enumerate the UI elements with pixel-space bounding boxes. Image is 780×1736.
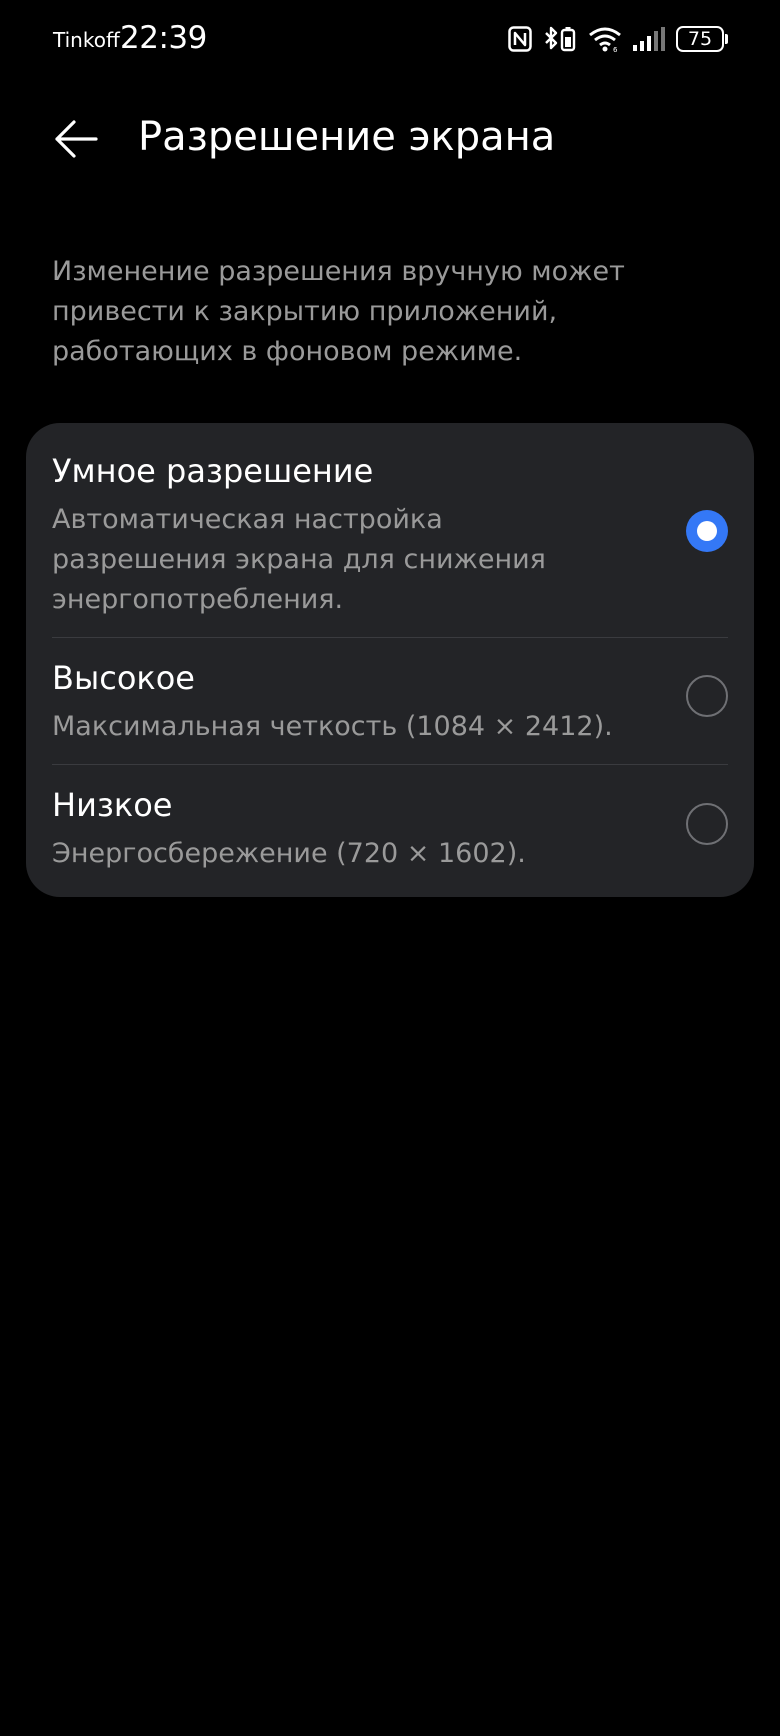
carrier-name: Tinkoff (53, 28, 120, 52)
radio-button-unselected[interactable] (686, 803, 728, 845)
battery-level: 75 (676, 26, 724, 52)
cellular-signal-icon (632, 26, 666, 52)
status-time: 22:39 (120, 20, 207, 56)
radio-button-selected[interactable] (686, 510, 728, 552)
description-text: Изменение разрешения вручную может приве… (52, 256, 625, 367)
option-title: Умное разрешение (52, 452, 374, 490)
option-title: Низкое (52, 786, 173, 824)
resolution-options-card: Умное разрешение Автоматическая настройк… (26, 423, 754, 897)
radio-dot (697, 521, 717, 541)
option-subtitle: Максимальная четкость (1084 × 2412). (52, 711, 613, 742)
back-arrow-icon (52, 119, 100, 163)
app-header: Разрешение экрана (0, 100, 780, 182)
option-subtitle: Энергосбережение (720 × 1602). (52, 838, 526, 869)
back-button[interactable] (48, 116, 104, 166)
wifi-icon: 6 (588, 26, 622, 52)
page-title: Разрешение экрана (138, 114, 556, 160)
option-high-resolution[interactable]: Высокое Максимальная четкость (1084 × 24… (26, 638, 754, 764)
radio-button-unselected[interactable] (686, 675, 728, 717)
status-icons: 6 75 (508, 24, 728, 54)
nfc-icon (508, 26, 532, 52)
battery-icon: 75 (676, 26, 728, 52)
option-smart-resolution[interactable]: Умное разрешение Автоматическая настройк… (26, 423, 754, 637)
bluetooth-battery-icon (542, 25, 578, 53)
option-low-resolution[interactable]: Низкое Энергосбережение (720 × 1602). (26, 765, 754, 897)
option-subtitle: Автоматическая настройка разрешения экра… (52, 504, 546, 615)
battery-tip (725, 34, 728, 44)
status-bar: Tinkoff 22:39 6 75 (0, 0, 780, 80)
option-title: Высокое (52, 659, 195, 697)
svg-text:6: 6 (613, 46, 618, 52)
